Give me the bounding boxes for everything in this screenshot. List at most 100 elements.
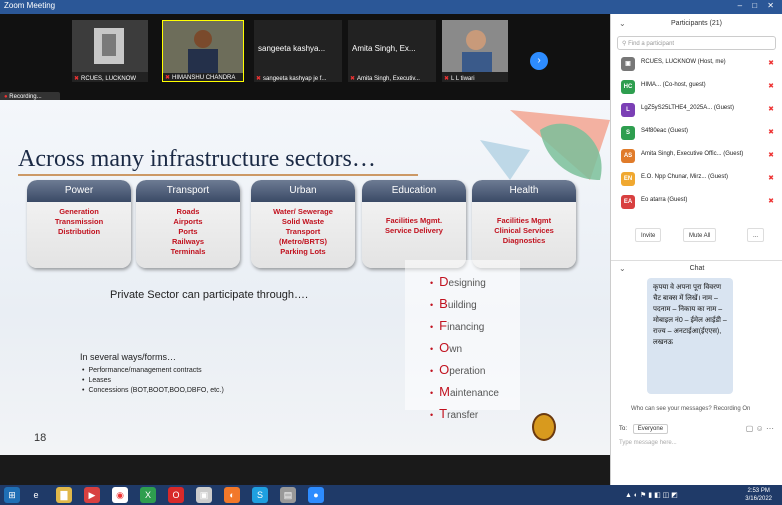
more-button[interactable]: ... — [747, 228, 765, 242]
mute-all-button[interactable]: Mute All — [683, 228, 717, 242]
tile-caption: L L tiwari — [451, 76, 475, 82]
sector-card-education: Education Facilities Mgmt. Service Deliv… — [362, 180, 466, 268]
video-tile-rcues[interactable]: ✖ RCUES, LUCKNOW — [72, 20, 148, 82]
sector-item: Airports — [173, 217, 203, 226]
sector-card-urban: Urban Water/ Sewerage Solid Waste Transp… — [251, 180, 355, 268]
participant-name: E.O. Npp Chunar, Mirz... (Guest) — [641, 174, 729, 180]
mic-muted-icon[interactable]: ✖ — [768, 105, 774, 113]
participant-row[interactable]: AS Amita Singh, Executive Offic... (Gues… — [611, 147, 782, 165]
building-image — [72, 20, 148, 72]
who-can-see-link[interactable]: Who can see your messages? Recording On — [631, 406, 750, 412]
side-panel: ⌄ Participants (21) ⚲ Find a participant… — [610, 14, 782, 485]
video-gallery: ✖ RCUES, LUCKNOW ✖ HIMANSHU CHANDRA sangee… — [0, 14, 610, 104]
window-icon[interactable]: ▤ — [280, 487, 296, 503]
recipient-select[interactable]: Everyone — [632, 424, 669, 434]
dbfoo-item: • Transfer — [430, 406, 479, 421]
folder-icon[interactable]: ▇ — [56, 487, 72, 503]
mic-muted-icon[interactable]: ✖ — [768, 197, 774, 205]
participant-row[interactable]: EN E.O. Npp Chunar, Mirz... (Guest) ✖ — [611, 170, 782, 188]
title-underline — [18, 174, 418, 176]
mic-muted-icon: ✖ — [444, 76, 450, 82]
avatar: S — [621, 126, 635, 140]
participant-name: RCUES, LUCKNOW (Host, me) — [641, 59, 726, 65]
invite-button[interactable]: Invite — [635, 228, 662, 242]
mic-muted-icon: ✖ — [350, 76, 356, 82]
chat-message: कृपया वे अपना पूरा विवरण चैट बाक्स में ल… — [647, 278, 733, 394]
mic-muted-icon[interactable]: ✖ — [768, 128, 774, 136]
more-icon[interactable]: ⋯ — [766, 424, 774, 433]
sector-item: Solid Waste — [281, 217, 325, 226]
participant-row[interactable]: S S4f80eac (Guest) ✖ — [611, 124, 782, 142]
participant-name: HIMA... (Co-host, guest) — [641, 82, 706, 88]
sector-item: Transmission — [54, 217, 104, 226]
to-label: To: — [619, 426, 628, 432]
chat-input[interactable]: Type message here... — [619, 440, 677, 446]
participant-actions: Invite Mute All ... — [611, 228, 782, 244]
chevron-down-icon[interactable]: ⌄ — [619, 261, 626, 277]
mic-muted-icon[interactable]: ✖ — [768, 174, 774, 182]
chevron-down-icon[interactable]: ⌄ — [619, 14, 626, 34]
zoom-icon[interactable]: ● — [308, 487, 324, 503]
sector-header: Transport — [136, 180, 240, 202]
computer-icon: ▣ — [621, 57, 635, 71]
participant-row[interactable]: HC HIMA... (Co-host, guest) ✖ — [611, 78, 782, 96]
sector-header: Health — [472, 180, 576, 202]
ie-icon[interactable]: e — [28, 487, 44, 503]
next-page-button[interactable]: › — [530, 52, 548, 70]
chrome-icon[interactable]: ◉ — [112, 487, 128, 503]
mic-muted-icon: ✖ — [256, 76, 262, 82]
sector-header: Education — [362, 180, 466, 202]
window-controls[interactable]: – □ ✕ — [738, 1, 778, 10]
participants-title: Participants (21) — [671, 20, 722, 27]
sector-item: Service Delivery — [385, 226, 443, 235]
mic-muted-icon[interactable]: ✖ — [768, 59, 774, 67]
participant-row[interactable]: EA Eo atarra (Guest) ✖ — [611, 193, 782, 211]
tile-name: Amita Singh, Ex... — [352, 44, 416, 53]
video-tile-tiwari[interactable]: ✖ L L tiwari — [442, 20, 508, 82]
participant-row[interactable]: L LgZ5yS25LTHE4_2025A... (Guest) ✖ — [611, 101, 782, 119]
ways-item: Performance/management contracts — [82, 366, 224, 376]
mic-muted-icon[interactable]: ✖ — [768, 82, 774, 90]
emblem-logo — [532, 413, 556, 441]
video-tile-sangeeta[interactable]: sangeeta kashya... ✖ sangeeta kashyap je … — [254, 20, 342, 82]
participant-search-input[interactable]: ⚲ Find a participant — [617, 36, 776, 50]
media-player-icon[interactable]: ▶ — [84, 487, 100, 503]
video-tile-amita[interactable]: Amita Singh, Ex... ✖ Amita Singh, Executi… — [348, 20, 436, 82]
sector-item: Clinical Services — [494, 226, 554, 235]
participant-name: S4f80eac (Guest) — [641, 128, 689, 134]
ways-list: Performance/management contracts Leases … — [82, 366, 224, 396]
dbfoo-item: • Operation — [430, 362, 486, 377]
avatar: EA — [621, 195, 635, 209]
sector-header: Urban — [251, 180, 355, 202]
avatar: AS — [621, 149, 635, 163]
skype-icon[interactable]: S — [252, 487, 268, 503]
video-tile-himanshu[interactable]: ✖ HIMANSHU CHANDRA — [162, 20, 244, 82]
participant-video — [442, 20, 508, 72]
sector-item: Parking Lots — [280, 247, 326, 256]
ways-item: Concessions (BOT,BOOT,BOO,DBFO, etc.) — [82, 386, 223, 396]
window-title: Zoom Meeting — [4, 1, 56, 10]
tile-caption: Amita Singh, Executiv... — [357, 76, 420, 82]
firefox-icon[interactable]: ◐ — [224, 487, 240, 503]
mic-muted-icon[interactable]: ✖ — [768, 151, 774, 159]
participant-row[interactable]: ▣ RCUES, LUCKNOW (Host, me) ✖ — [611, 55, 782, 73]
app-icon[interactable]: ▣ — [196, 487, 212, 503]
sector-item: Diagnostics — [502, 236, 546, 245]
clock[interactable]: 2:53 PM 3/16/2022 — [745, 487, 772, 503]
sector-item: Facilities Mgmt — [496, 216, 552, 225]
sector-card-transport: Transport Roads Airports Ports Railways … — [136, 180, 240, 268]
participant-video — [163, 21, 243, 73]
chat-tools: ▢ ☺ ⋯ — [746, 424, 774, 433]
private-sector-text: Private Sector can participate through…. — [110, 289, 309, 301]
sector-item: Generation — [59, 207, 99, 216]
system-tray[interactable]: ▲ ◐ ⚑ ▮ ◧ ◫ ◩ — [625, 491, 678, 499]
windows-start-icon[interactable]: ⊞ — [4, 487, 20, 503]
search-icon: ⚲ — [622, 41, 627, 47]
opera-icon[interactable]: O — [168, 487, 184, 503]
dbfoo-item: • Maintenance — [430, 384, 499, 399]
ways-item: Leases — [82, 376, 224, 386]
file-icon[interactable]: ▢ — [746, 424, 754, 433]
excel-icon[interactable]: X — [140, 487, 156, 503]
emoji-icon[interactable]: ☺ — [756, 424, 764, 433]
mic-muted-icon: ✖ — [165, 75, 171, 81]
